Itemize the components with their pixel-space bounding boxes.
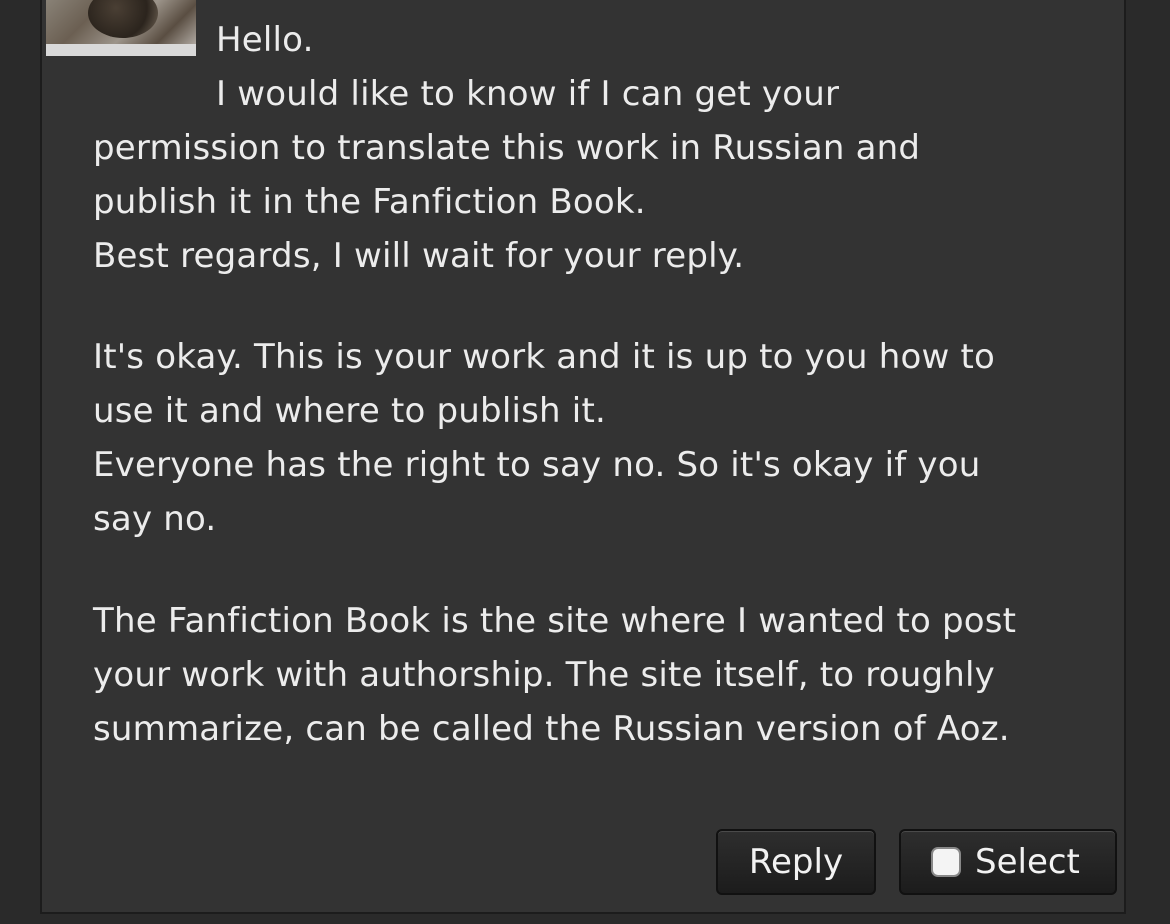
- message-line: say no.: [93, 499, 217, 539]
- message-line: permission to translate this work in Rus…: [93, 128, 921, 168]
- message-line: your work with authorship. The site itse…: [93, 655, 995, 695]
- message-card: Hello. I would like to know if I can get…: [40, 0, 1126, 914]
- select-label: Select: [975, 842, 1080, 882]
- message-line: Everyone has the right to say no. So it'…: [93, 445, 981, 485]
- message-line: Hello.: [216, 20, 314, 60]
- avatar[interactable]: [46, 0, 196, 56]
- message-line: I would like to know if I can get your: [216, 74, 840, 114]
- message-line: The Fanfiction Book is the site where I …: [93, 601, 1017, 641]
- message-line: Best regards, I will wait for your reply…: [93, 236, 745, 276]
- checkbox-icon[interactable]: [931, 847, 961, 877]
- avatar-image: [88, 0, 158, 38]
- message-line: publish it in the Fanfiction Book.: [93, 182, 646, 222]
- reply-label: Reply: [748, 842, 844, 882]
- select-button[interactable]: Select: [899, 829, 1117, 895]
- reply-button[interactable]: Reply: [716, 829, 876, 895]
- message-line: summarize, can be called the Russian ver…: [93, 709, 1010, 749]
- message-line: It's okay. This is your work and it is u…: [93, 337, 996, 377]
- message-line: use it and where to publish it.: [93, 391, 606, 431]
